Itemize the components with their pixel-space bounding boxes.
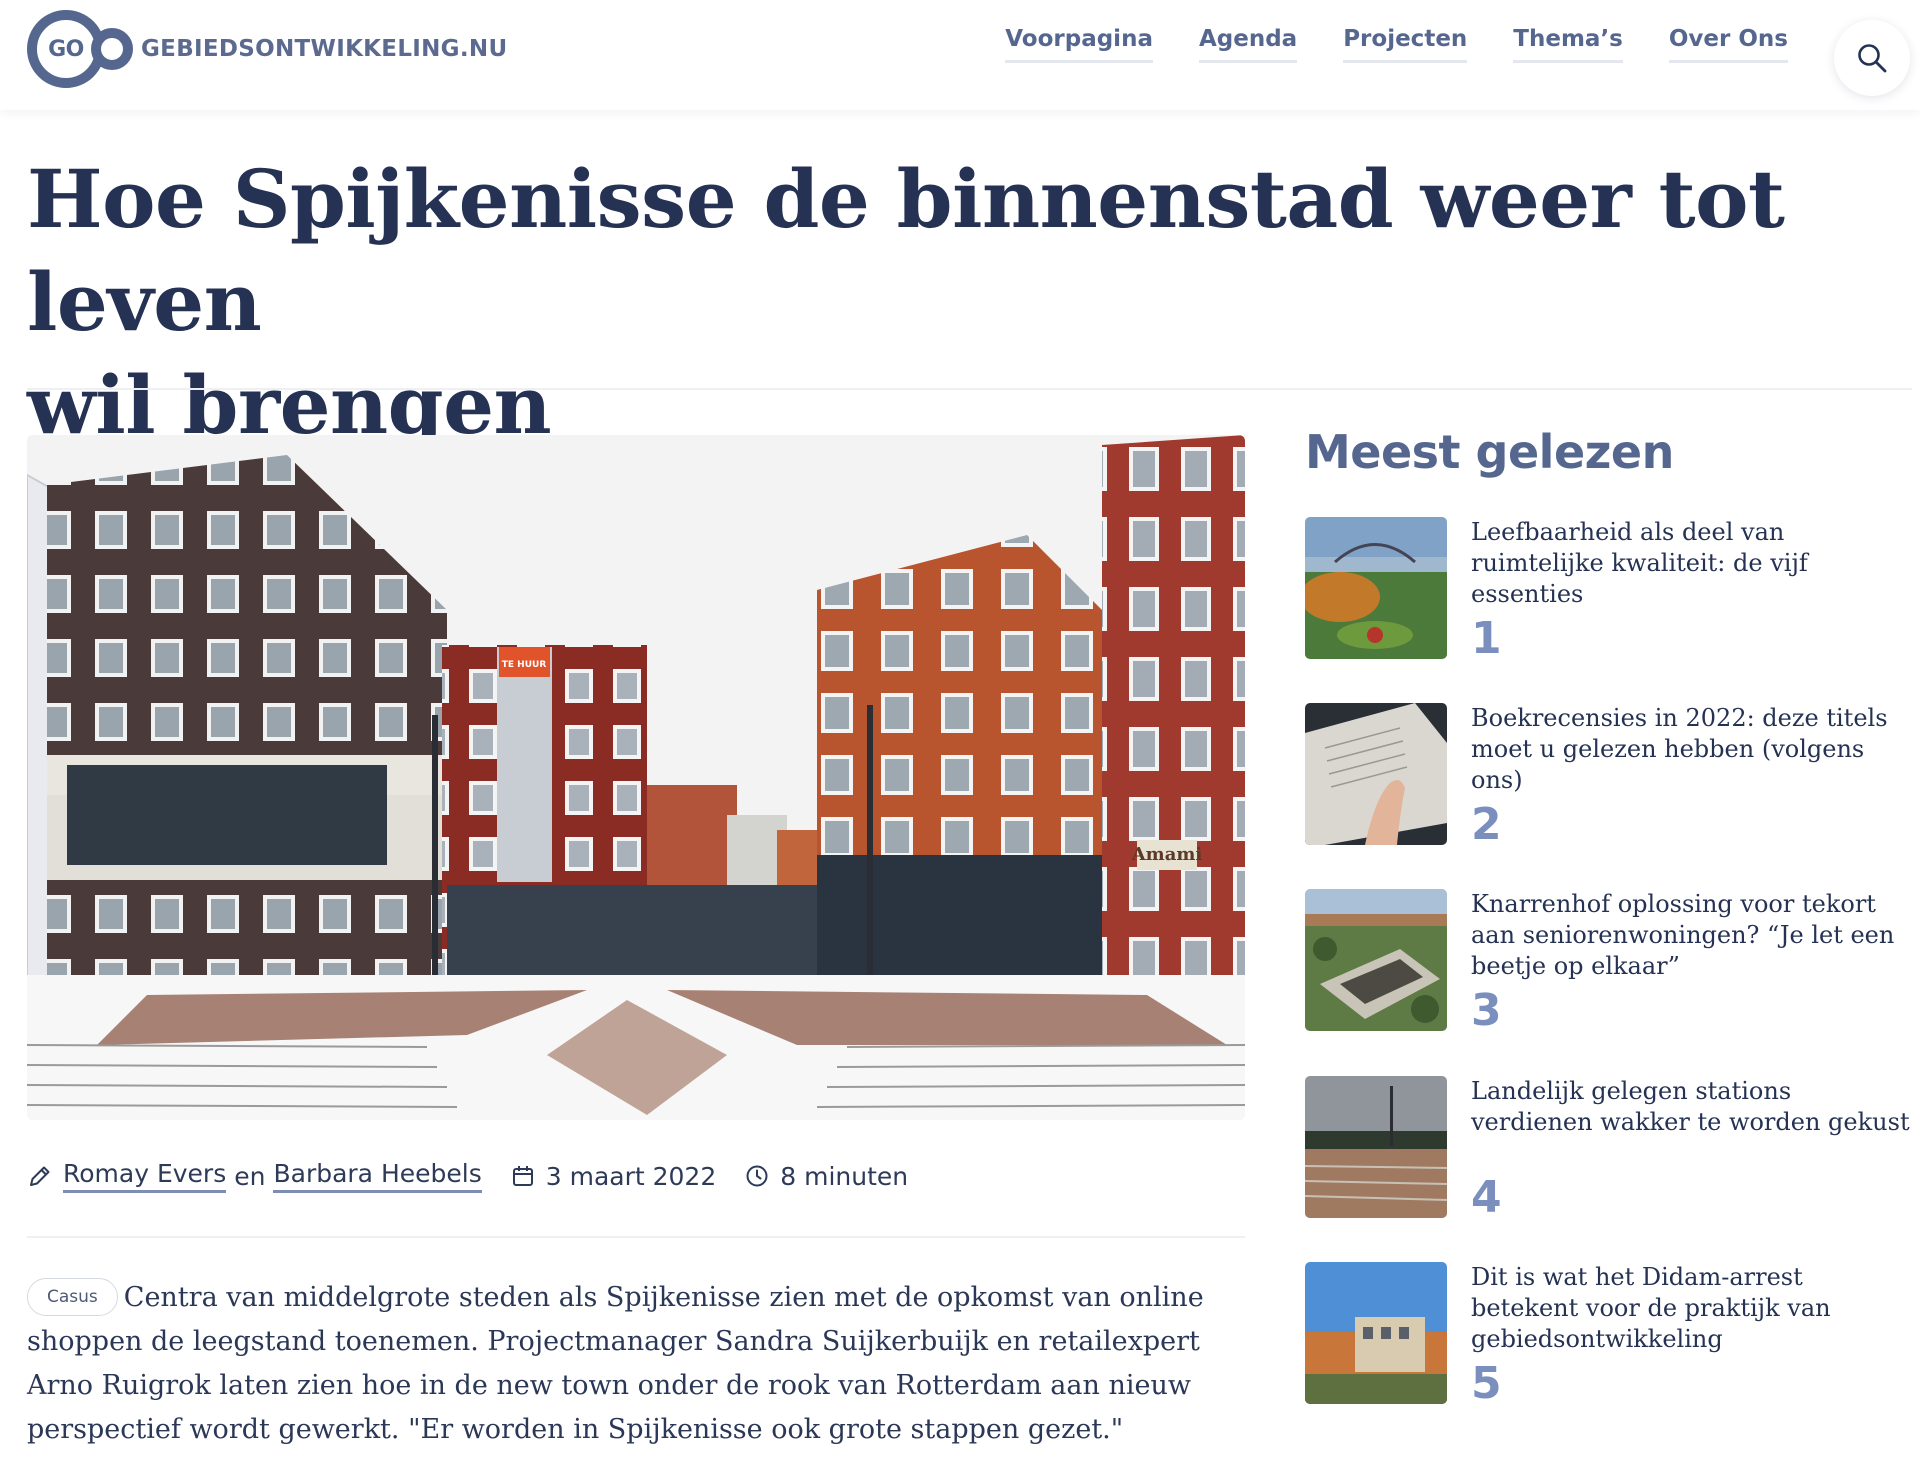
calendar-icon	[510, 1163, 536, 1189]
most-read-rank-5: 5	[1471, 1358, 1502, 1409]
most-read-thumbnail-5	[1305, 1262, 1447, 1404]
most-read-rank-3: 3	[1471, 985, 1502, 1036]
hero-banner-text: TE HUUR	[502, 660, 547, 670]
article-meta: Romay Evers en Barbara Heebels 3 maart 2…	[27, 1159, 909, 1193]
page-title-line-1: Hoe Spijkenisse de binnenstad weer tot l…	[27, 152, 1785, 349]
author-link-1[interactable]: Romay Evers	[63, 1159, 227, 1193]
hero-image: TE HUUR Amami	[27, 435, 1245, 1120]
site-name: GEBIEDSONTWIKKELING.NU	[141, 36, 508, 62]
clock-icon	[744, 1163, 770, 1189]
nav-item-themas[interactable]: Thema’s	[1513, 26, 1623, 63]
most-read-rank-2: 2	[1471, 799, 1502, 850]
most-read-thumbnail-2	[1305, 703, 1447, 845]
publish-date: 3 maart 2022	[545, 1161, 717, 1191]
most-read-thumbnail-4	[1305, 1076, 1447, 1218]
author-link-2[interactable]: Barbara Heebels	[273, 1159, 482, 1193]
site-header: GO GEBIEDSONTWIKKELING.NU Voorpagina Age…	[0, 0, 1920, 110]
search-icon	[1858, 44, 1887, 73]
author-joiner: en	[234, 1161, 266, 1191]
nav-item-over-ons[interactable]: Over Ons	[1668, 26, 1788, 63]
nav-item-agenda[interactable]: Agenda	[1198, 26, 1298, 63]
most-read-title-5: Dit is wat het Didam-arrest betekent voo…	[1471, 1263, 1831, 1353]
most-read-thumbnail-3	[1305, 889, 1447, 1031]
most-read-title: Meest gelezen	[1305, 425, 1674, 479]
main-nav: Voorpagina Agenda Projecten Thema’s Over…	[1005, 26, 1788, 63]
most-read-item-5[interactable]: Dit is wat het Didam-arrest betekent voo…	[1305, 1262, 1915, 1409]
meta-divider	[27, 1236, 1245, 1238]
pencil-icon	[27, 1163, 53, 1189]
article-lead: Casus Centra van middelgrote steden als S…	[27, 1276, 1245, 1452]
logo-mark: GO	[27, 10, 133, 88]
page-title: Hoe Spijkenisse de binnenstad weer tot l…	[27, 148, 1887, 457]
most-read-title-3: Knarrenhof oplossing voor tekort aan sen…	[1471, 890, 1895, 980]
most-read-thumbnail-1	[1305, 517, 1447, 659]
most-read-item-2[interactable]: Boekrecensies in 2022: deze titels moet …	[1305, 703, 1915, 850]
most-read-item-1[interactable]: Leefbaarheid als deel van ruimtelijke kw…	[1305, 517, 1915, 664]
nav-item-projecten[interactable]: Projecten	[1343, 26, 1468, 63]
most-read-title-1: Leefbaarheid als deel van ruimtelijke kw…	[1471, 518, 1808, 608]
category-tag[interactable]: Casus	[27, 1278, 118, 1316]
logo-mark-text: GO	[48, 36, 84, 62]
title-divider	[27, 388, 1912, 390]
most-read-title-4: Landelijk gelegen stations verdienen wak…	[1471, 1077, 1910, 1136]
most-read-rank-1: 1	[1471, 613, 1502, 664]
nav-item-voorpagina[interactable]: Voorpagina	[1005, 26, 1153, 63]
reading-time: 8 minuten	[780, 1161, 909, 1191]
site-logo[interactable]: GO GEBIEDSONTWIKKELING.NU	[27, 10, 507, 88]
search-button[interactable]	[1834, 20, 1910, 96]
most-read-item-4[interactable]: Landelijk gelegen stations verdienen wak…	[1305, 1076, 1915, 1223]
most-read-title-2: Boekrecensies in 2022: deze titels moet …	[1471, 704, 1888, 794]
hero-shop-sign: Amami	[1131, 844, 1203, 865]
most-read-rank-4: 4	[1471, 1172, 1502, 1223]
article-lead-text: Centra van middelgrote steden als Spijke…	[27, 1282, 1204, 1445]
most-read-item-3[interactable]: Knarrenhof oplossing voor tekort aan sen…	[1305, 889, 1915, 1036]
